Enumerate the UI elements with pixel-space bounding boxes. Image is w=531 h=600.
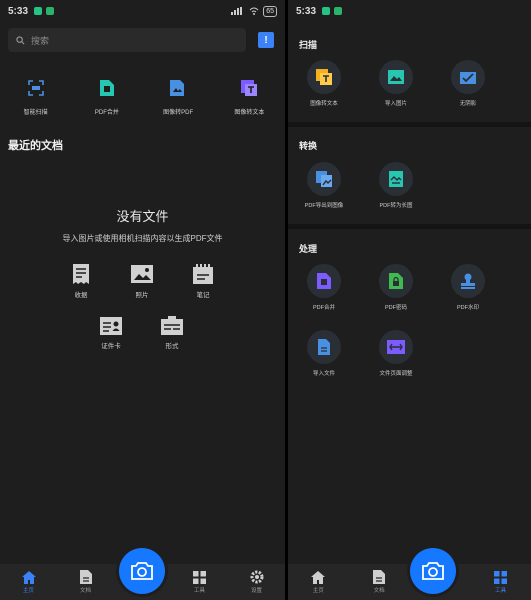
tools-icon (494, 570, 508, 584)
home-screen: 5:33 65 搜索 ! 智能扫描 PDF合并 图像转PDF 图像转文本 最近的… (0, 0, 285, 600)
tab-home[interactable]: 主页 (288, 564, 349, 600)
import-file-icon (318, 339, 330, 355)
section-title-process: 处理 (299, 244, 318, 254)
search-input[interactable]: 搜索 (8, 28, 246, 52)
status-time: 5:33 (8, 5, 29, 17)
notification-icon (322, 7, 331, 15)
status-bar: 5:33 (288, 0, 531, 22)
quick-action-image-to-pdf[interactable]: 图像转PDF (146, 78, 210, 116)
empty-state-description: 导入图片或使用相机扫描内容以生成PDF文件 (62, 234, 223, 243)
quick-actions: 智能扫描 PDF合并 图像转PDF 图像转文本 (0, 78, 285, 116)
photo-icon (131, 265, 153, 283)
no-shadow-icon (460, 72, 476, 84)
wifi-icon (249, 7, 259, 15)
tool-pdf-to-long-image[interactable]: PDF转为长图 (361, 162, 431, 209)
category-photo[interactable]: 照片 (117, 263, 167, 299)
section-divider (288, 122, 531, 127)
empty-state-title: 没有文件 (116, 209, 169, 224)
notification-icon (34, 7, 43, 15)
tool-pdf-merge[interactable]: PDF合并 (289, 264, 359, 311)
import-image-icon (388, 70, 404, 84)
tool-pdf-to-image[interactable]: PDF导出到图像 (289, 162, 359, 209)
tab-tools[interactable]: 工具 (171, 564, 228, 600)
tools-screen: 5:33 扫描 图像转文本 导入图片 无阴影 转换 PDF导出到图像 PDF转为… (288, 0, 531, 600)
tool-import-file[interactable]: 导入文件 (289, 330, 359, 377)
tool-image-to-text[interactable]: 图像转文本 (289, 60, 359, 107)
section-title-convert: 转换 (299, 141, 318, 151)
camera-button[interactable] (119, 548, 165, 594)
receipt-icon (73, 264, 89, 284)
tool-page-adjust[interactable]: 文件页面调整 (361, 330, 431, 377)
camera-button[interactable] (410, 548, 456, 594)
quick-action-pdf-merge[interactable]: PDF合并 (75, 78, 139, 116)
document-icon (373, 570, 386, 584)
quick-action-smart-scan[interactable]: 智能扫描 (4, 78, 68, 116)
pdf-password-icon (389, 273, 403, 289)
search-icon (16, 35, 25, 44)
document-icon (79, 570, 92, 584)
status-bar: 5:33 65 (0, 0, 285, 22)
camera-icon (422, 562, 444, 580)
feedback-icon[interactable]: ! (258, 32, 274, 48)
tab-tools[interactable]: 工具 (470, 564, 531, 600)
page-adjust-icon (387, 340, 405, 354)
pdf-merge-icon (317, 273, 331, 289)
pdf-to-long-image-icon (389, 171, 403, 187)
notification-icon (334, 7, 343, 15)
tab-home[interactable]: 主页 (0, 564, 57, 600)
battery-indicator: 65 (263, 5, 277, 17)
pdf-merge-icon (99, 80, 114, 96)
id-card-icon (100, 317, 122, 335)
section-title-scan: 扫描 (299, 40, 318, 50)
camera-icon (131, 562, 153, 580)
status-time: 5:33 (296, 5, 317, 17)
quick-action-image-to-text[interactable]: 图像转文本 (217, 78, 281, 116)
notification-icon (46, 7, 55, 15)
image-to-pdf-icon (170, 80, 185, 96)
image-to-text-icon (316, 69, 332, 85)
scan-icon (27, 80, 44, 96)
home-icon (311, 570, 326, 584)
tools-icon (193, 570, 206, 584)
tool-pdf-watermark[interactable]: PDF水印 (433, 264, 503, 311)
form-icon (161, 316, 183, 335)
category-form[interactable]: 形式 (147, 316, 197, 350)
home-icon (21, 570, 36, 584)
category-notes[interactable]: 笔记 (178, 263, 228, 299)
search-placeholder: 搜索 (31, 35, 50, 46)
signal-icon (231, 7, 243, 15)
pdf-watermark-icon (461, 273, 475, 289)
section-divider (288, 224, 531, 229)
notebook-icon (193, 264, 213, 284)
settings-icon (250, 570, 263, 584)
category-id-card[interactable]: 证件卡 (86, 316, 136, 350)
image-to-text-icon (241, 80, 258, 96)
recent-documents-title: 最近的文档 (8, 140, 63, 152)
tool-no-shadow[interactable]: 无阴影 (433, 60, 503, 107)
tool-pdf-password[interactable]: PDF密码 (361, 264, 431, 311)
tool-import-image[interactable]: 导入图片 (361, 60, 431, 107)
tab-documents[interactable]: 文档 (349, 564, 410, 600)
tab-documents[interactable]: 文档 (57, 564, 114, 600)
pdf-to-image-icon (316, 171, 332, 187)
category-receipt[interactable]: 收据 (56, 263, 106, 299)
tab-settings[interactable]: 设置 (228, 564, 285, 600)
